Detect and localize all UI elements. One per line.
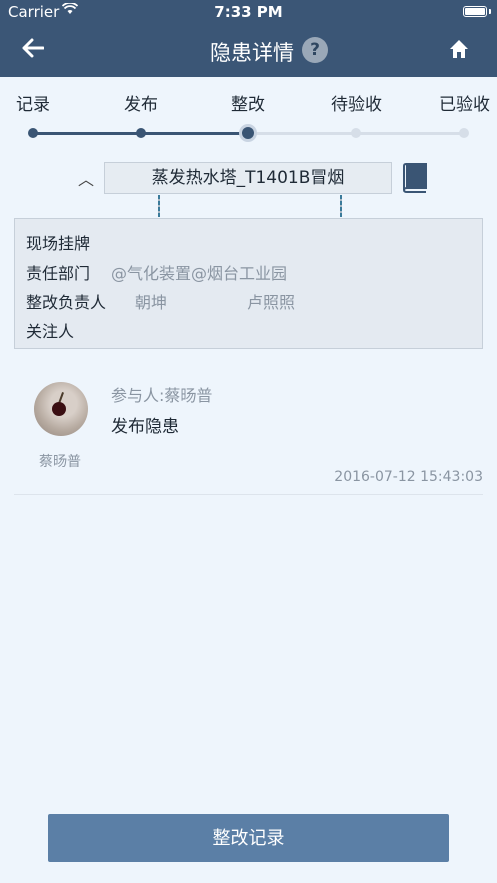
book-icon[interactable] xyxy=(400,163,428,197)
step-dot-pending-acceptance xyxy=(351,128,361,138)
device-name-tag: 蒸发热水塔_T1401B冒烟 xyxy=(104,162,392,194)
top-bar: Carrier 7:33 PM 隐患详情 ? xyxy=(0,0,497,77)
help-icon[interactable]: ? xyxy=(302,37,328,63)
navigation-bar: 隐患详情 ? xyxy=(0,26,497,76)
back-arrow-icon[interactable] xyxy=(22,38,45,62)
page-title: 隐患详情 xyxy=(210,41,294,65)
step-dot-record xyxy=(28,128,38,138)
step-label-publish: 发布 xyxy=(124,95,158,115)
cherry xyxy=(52,402,66,416)
collapse-caret-icon[interactable]: ︿ xyxy=(78,166,94,190)
step-dot-publish xyxy=(136,128,146,138)
step-label-record: 记录 xyxy=(16,95,50,115)
record-action: 发布隐患 xyxy=(111,417,179,437)
hazard-info-panel: 现场挂牌 责任部门 @气化装置@烟台工业园 整改负责人 朝坤 卢照照 关注人 xyxy=(14,218,483,349)
home-icon[interactable] xyxy=(449,39,469,63)
follower-label: 关注人 xyxy=(26,322,75,341)
rectification-owner-label: 整改负责人 xyxy=(26,293,107,312)
progress-stepper: 记录 发布 整改 待验收 已验收 xyxy=(0,90,497,150)
step-dot-rectify xyxy=(242,127,254,139)
connector-line xyxy=(158,195,160,217)
record-timestamp: 2016-07-12 15:43:03 xyxy=(334,469,483,485)
rectification-owner-1: 朝坤 xyxy=(135,293,168,312)
responsible-dept-label: 责任部门 xyxy=(26,264,91,283)
step-label-rectify: 整改 xyxy=(231,95,265,115)
rectification-record-button[interactable]: 整改记录 xyxy=(48,814,449,862)
step-dot-accepted xyxy=(459,128,469,138)
rectification-owner-2: 卢照照 xyxy=(247,293,296,312)
clock: 7:33 PM xyxy=(214,3,283,21)
avatar xyxy=(34,382,88,436)
avatar-user-name: 蔡旸普 xyxy=(39,454,81,470)
participant-text: 参与人:蔡旸普 xyxy=(111,386,213,405)
connector-line xyxy=(340,195,342,217)
battery-icon xyxy=(463,6,487,17)
responsible-dept-value: @气化装置@烟台工业园 xyxy=(111,264,288,283)
battery-tip xyxy=(489,9,491,14)
site-tag-label: 现场挂牌 xyxy=(26,234,91,253)
status-bar: Carrier 7:33 PM xyxy=(0,0,497,24)
step-label-accepted: 已验收 xyxy=(439,95,490,115)
step-label-pending-acceptance: 待验收 xyxy=(331,95,382,115)
activity-record: 蔡旸普 参与人:蔡旸普 发布隐患 2016-07-12 15:43:03 xyxy=(14,360,483,495)
